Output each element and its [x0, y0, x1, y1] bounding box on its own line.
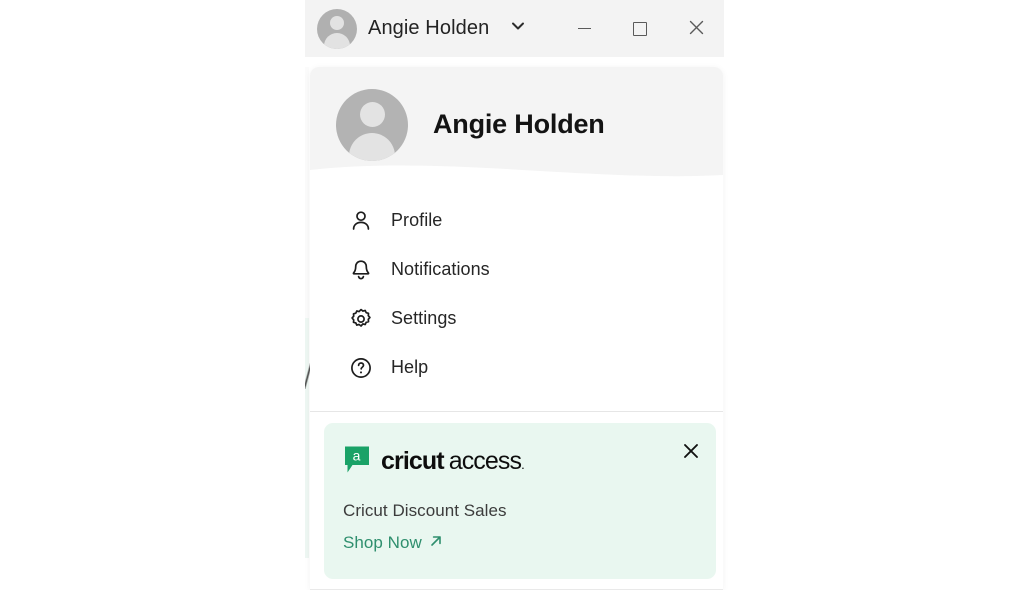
- user-avatar-icon-large: [336, 88, 408, 161]
- cricut-badge-icon: a: [343, 445, 371, 477]
- menu-item-help[interactable]: Help: [310, 343, 723, 392]
- account-window: Angie Holden Angie Holden Profile Notifi…: [305, 0, 724, 590]
- window-controls: [556, 0, 724, 57]
- header-wave-divider: [310, 165, 723, 183]
- user-avatar-icon: [317, 8, 357, 49]
- titlebar: Angie Holden: [305, 0, 724, 57]
- chevron-down-icon: [509, 17, 527, 40]
- minimize-icon: [577, 27, 591, 30]
- arrow-up-right-icon: [429, 533, 443, 553]
- menu-item-label: Help: [391, 357, 429, 377]
- gear-icon: [348, 306, 374, 332]
- cricut-access-logo: a cricut access.: [343, 445, 696, 477]
- titlebar-user-name: Angie Holden: [368, 17, 490, 39]
- bell-icon: [348, 257, 374, 283]
- menu-item-profile[interactable]: Profile: [310, 196, 723, 245]
- panel-user-name: Angie Holden: [433, 109, 605, 139]
- panel-header: Angie Holden: [310, 67, 723, 183]
- panel-left-edge-tint: [305, 318, 309, 558]
- promo-close-button[interactable]: [680, 441, 702, 463]
- question-circle-icon: [348, 355, 374, 381]
- brand-access: access: [448, 446, 522, 475]
- menu-item-label: Profile: [391, 210, 443, 230]
- cricut-access-wordmark: cricut access.: [381, 446, 525, 475]
- shop-now-link[interactable]: Shop Now: [343, 533, 443, 553]
- close-icon: [683, 443, 699, 462]
- svg-text:a: a: [353, 448, 361, 464]
- minimize-button[interactable]: [556, 6, 612, 51]
- close-button[interactable]: [668, 6, 724, 51]
- account-menu-list: Profile Notifications Settings Help: [310, 182, 723, 402]
- account-menu-trigger[interactable]: Angie Holden: [305, 0, 527, 57]
- maximize-icon: [633, 21, 647, 36]
- menu-item-notifications[interactable]: Notifications: [310, 245, 723, 294]
- close-icon: [689, 20, 704, 38]
- menu-item-settings[interactable]: Settings: [310, 294, 723, 343]
- promo-message: Cricut Discount Sales: [343, 501, 507, 520]
- promo-card-wrapper: a cricut access. Cricut Discount Sales Sh…: [310, 412, 723, 589]
- menu-item-label: Settings: [391, 308, 457, 328]
- account-dropdown-panel: Angie Holden Profile Notifications Setti…: [310, 67, 723, 590]
- menu-item-label: Notifications: [391, 259, 490, 279]
- brand-mark: .: [521, 456, 525, 472]
- brand-cricut: cricut: [381, 446, 445, 475]
- person-icon: [348, 208, 374, 234]
- maximize-button[interactable]: [612, 6, 668, 51]
- shop-now-label: Shop Now: [343, 533, 422, 552]
- cricut-access-promo-card: a cricut access. Cricut Discount Sales Sh…: [324, 423, 716, 579]
- app-root: Angie Holden Angie Holden Profile Notifi…: [0, 0, 1024, 590]
